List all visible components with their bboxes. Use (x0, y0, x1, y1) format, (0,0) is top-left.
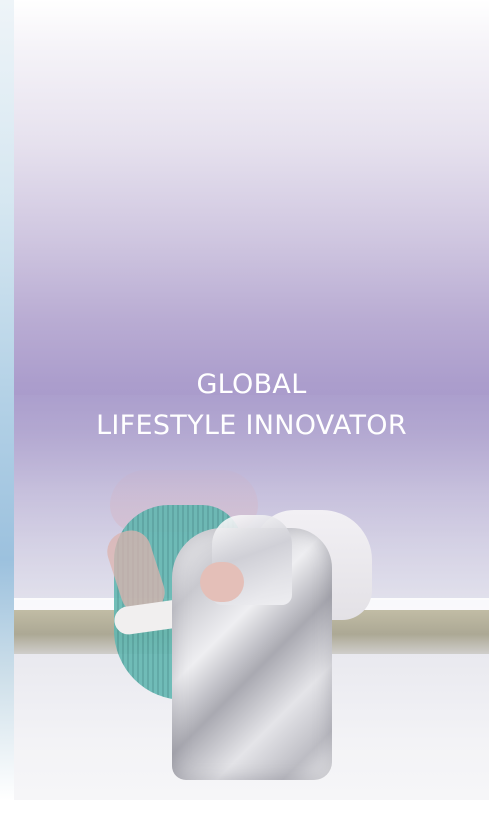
previous-slide-peek[interactable] (0, 0, 14, 800)
bottom-strip (0, 800, 489, 820)
headline-line-2: LIFESTYLE INNOVATOR (96, 410, 407, 441)
headline-line-1: GLOBAL (196, 369, 307, 400)
hero-headline: GLOBAL LIFESTYLE INNOVATOR (14, 364, 489, 446)
figure-hand-shape (200, 562, 244, 602)
hero-carousel: GLOBAL LIFESTYLE INNOVATOR (0, 0, 489, 820)
